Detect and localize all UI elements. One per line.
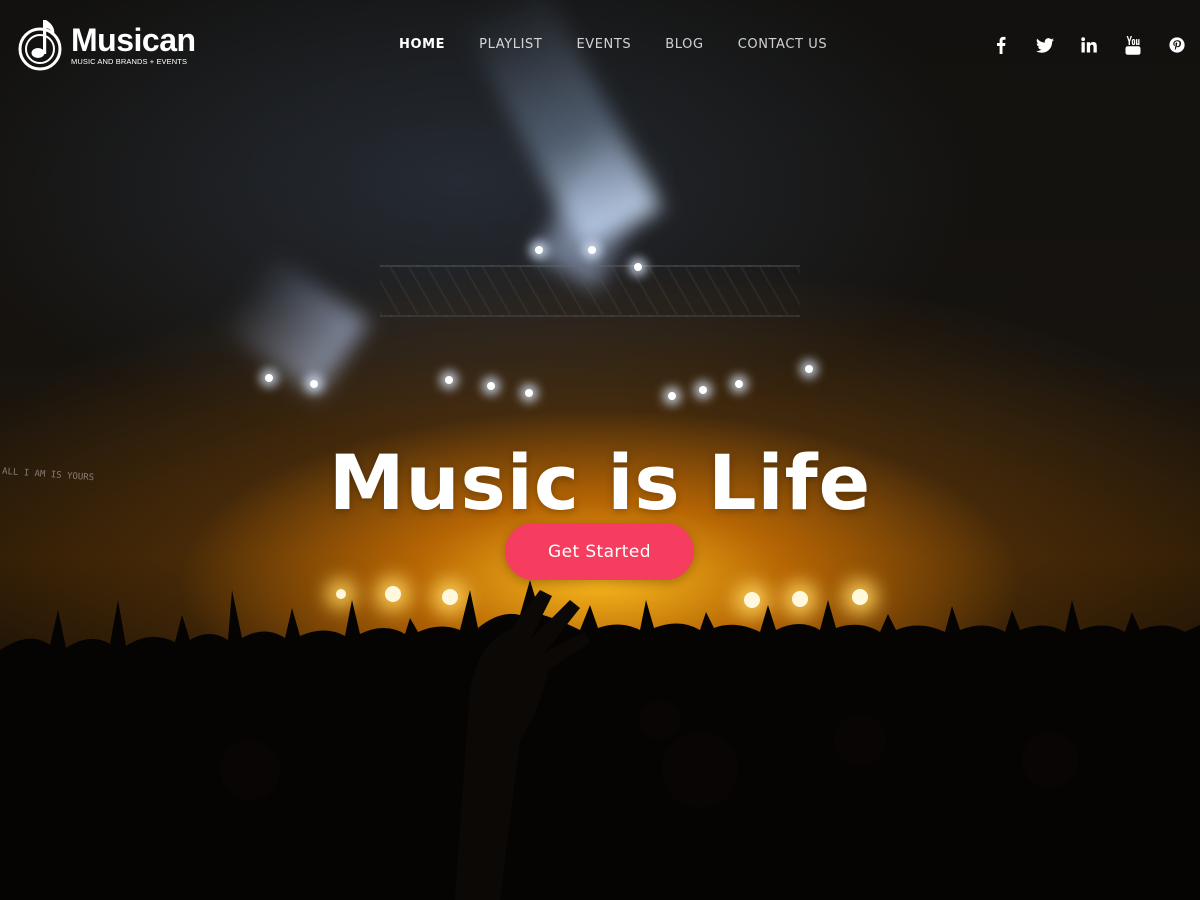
nav-item-playlist[interactable]: PLAYLIST [479,37,542,53]
stage-light [634,263,642,271]
stage-light [588,246,596,254]
brand-logo[interactable]: Musican MUSIC AND BRANDS + EVENTS [18,16,196,74]
stage-light [668,392,676,400]
hero-headline: Music is Life [328,437,872,527]
youtube-icon[interactable] [1124,35,1142,55]
nav-item-events[interactable]: EVENTS [576,37,631,53]
crowd-silhouette [0,580,1200,900]
stage-light [535,246,543,254]
stage-light [525,389,533,397]
stage-light-beam [219,253,370,396]
stage-light [699,386,707,394]
get-started-button[interactable]: Get Started [505,523,694,580]
stage-truss [380,265,800,317]
stage-light [735,380,743,388]
stage-light [445,376,453,384]
nav-item-home[interactable]: HOME [399,37,445,53]
music-note-logo-icon [18,20,62,71]
nav-item-blog[interactable]: BLOG [665,37,703,53]
nav-item-contact-us[interactable]: CONTACT US [738,37,828,53]
linkedin-icon[interactable] [1080,36,1098,54]
social-links [966,35,1186,55]
stage-light [805,365,813,373]
stage-light [310,380,318,388]
facebook-icon[interactable] [992,36,1010,54]
top-navbar: Musican MUSIC AND BRANDS + EVENTS HOME P… [0,0,1200,90]
twitter-icon[interactable] [1036,36,1054,54]
stage-light [487,382,495,390]
main-menu: HOME PLAYLIST EVENTS BLOG CONTACT US [399,37,861,53]
stage-light [265,374,273,382]
brand-name: Musican [71,22,196,58]
brand-tagline: MUSIC AND BRANDS + EVENTS [71,57,188,66]
brand-text: Musican MUSIC AND BRANDS + EVENTS [71,24,196,66]
pinterest-icon[interactable] [1168,36,1186,54]
